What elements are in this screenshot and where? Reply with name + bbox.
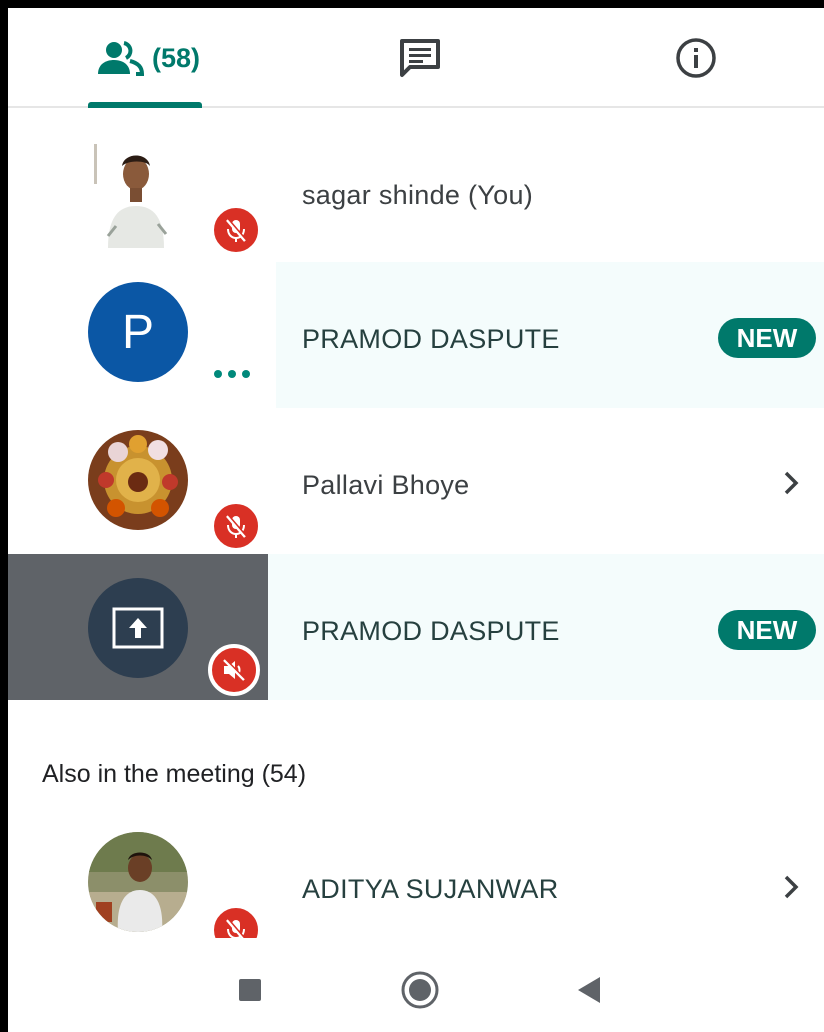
participant-row-presenting[interactable]: PRAMOD DASPUTE NEW (8, 554, 824, 700)
avatar (88, 832, 188, 932)
new-badge: NEW (718, 318, 816, 358)
mic-off-icon (226, 218, 247, 242)
mic-off-icon (226, 514, 247, 538)
audio-off-badge (208, 644, 260, 696)
home-button[interactable] (400, 970, 440, 1010)
participant-row[interactable]: ADITYA SUJANWAR (8, 812, 824, 958)
participants-screen: (58) sagar shinde (You) P PRAMOD DASPUTE… (8, 8, 824, 1032)
volume-off-icon (223, 657, 246, 681)
new-badge: NEW (718, 610, 816, 650)
participant-name: PRAMOD DASPUTE (302, 616, 560, 646)
back-button[interactable] (574, 974, 604, 1006)
more-dots-icon (214, 370, 250, 378)
avatar-photo (88, 136, 184, 248)
avatar: P (88, 282, 188, 382)
avatar-letter: P (121, 305, 154, 359)
avatar (88, 578, 188, 678)
android-nav-bar (8, 938, 824, 1032)
participant-name: sagar shinde (You) (302, 180, 534, 210)
section-header-also-in-meeting: Also in the meeting (54) (42, 760, 307, 788)
tab-people[interactable]: (58) (88, 8, 208, 108)
active-tab-indicator (88, 102, 202, 108)
avatar (88, 136, 184, 248)
participant-row[interactable]: P PRAMOD DASPUTE NEW (8, 262, 824, 408)
info-icon (676, 38, 716, 78)
chevron-right-icon[interactable] (778, 470, 804, 496)
mic-off-badge (210, 500, 262, 552)
avatar-photo (88, 430, 188, 530)
participant-name: ADITYA SUJANWAR (302, 874, 559, 904)
participant-name: Pallavi Bhoye (302, 470, 470, 500)
people-count: (58) (151, 42, 200, 73)
chat-icon (400, 39, 440, 77)
top-tabs: (58) (8, 8, 824, 108)
participant-row-self[interactable]: sagar shinde (You) (8, 116, 824, 262)
tab-chat[interactable] (360, 8, 480, 108)
present-screen-icon (112, 607, 164, 649)
mic-off-badge (210, 204, 262, 256)
avatar-photo (88, 832, 188, 932)
participant-row[interactable]: Pallavi Bhoye (8, 408, 824, 554)
chevron-right-icon[interactable] (778, 874, 804, 900)
avatar (88, 430, 188, 530)
people-icon (97, 41, 144, 76)
tab-info[interactable] (636, 8, 756, 108)
recents-button[interactable] (236, 976, 264, 1004)
participant-name: PRAMOD DASPUTE (302, 324, 560, 354)
